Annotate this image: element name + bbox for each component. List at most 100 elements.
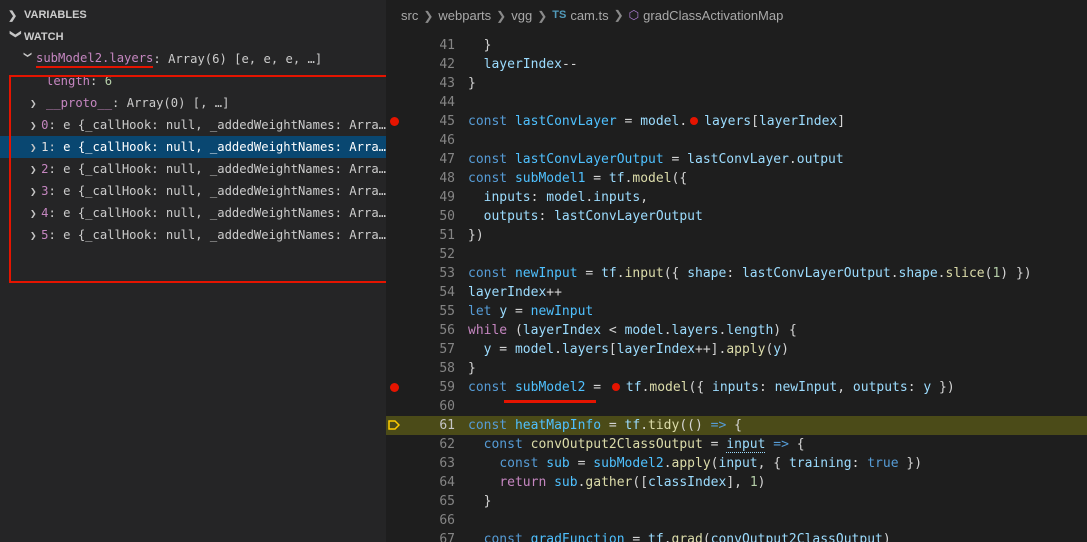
watch-expression-row[interactable]: ❯ subModel2.layers : Array(6) [e, e, e, … bbox=[0, 48, 386, 70]
code-token: training bbox=[788, 456, 852, 471]
code-line[interactable]: 53 const newInput = tf.input({ shape: las… bbox=[386, 264, 1087, 283]
code-line[interactable]: 47 const lastConvLayerOutput = lastConvLa… bbox=[386, 150, 1087, 169]
breadcrumb-file[interactable]: cam.ts bbox=[570, 8, 608, 23]
code-token: model bbox=[632, 171, 672, 186]
watch-item-row[interactable]: ❯ 5: e {_callHook: null, _addedWeightName… bbox=[0, 224, 386, 246]
code-token: [ bbox=[608, 342, 617, 357]
code-token: const bbox=[468, 418, 515, 433]
watch-item-row[interactable]: ❯ 0: e {_callHook: null, _addedWeightName… bbox=[0, 114, 386, 136]
line-number: 44 bbox=[439, 95, 455, 110]
code-line[interactable]: 63 const sub = subModel2.apply(input, { … bbox=[386, 454, 1087, 473]
code-line[interactable]: 67 const gradFunction = tf.grad(convOutp… bbox=[386, 530, 1087, 542]
code-line[interactable]: 48 const subModel1 = tf.model({ bbox=[386, 169, 1087, 188]
code-token: [ bbox=[751, 114, 759, 129]
code-token: inputs bbox=[593, 190, 641, 205]
watch-item-colon: : bbox=[48, 140, 64, 154]
inline-breakpoint-icon[interactable] bbox=[690, 117, 699, 125]
line-number: 66 bbox=[439, 513, 455, 528]
code-token: gather bbox=[585, 475, 633, 490]
watch-item-value: e {_callHook: null, _addedWeightNames: A… bbox=[63, 118, 386, 132]
breadcrumb-item[interactable]: vgg bbox=[511, 8, 532, 23]
code-token: { bbox=[788, 437, 805, 452]
code-token: = bbox=[601, 418, 625, 433]
code-line[interactable]: 60 bbox=[386, 397, 1087, 416]
watch-item-row[interactable]: ❯ 4: e {_callHook: null, _addedWeightName… bbox=[0, 202, 386, 224]
code-token: = bbox=[616, 114, 641, 129]
code-line[interactable]: 51}) bbox=[386, 226, 1087, 245]
code-token: ++ bbox=[546, 285, 562, 300]
watch-item-row[interactable]: ❯ 2: e {_callHook: null, _addedWeightName… bbox=[0, 158, 386, 180]
watch-items-list: ❯ 0: e {_callHook: null, _addedWeightName… bbox=[0, 114, 386, 246]
code-line[interactable]: 65 } bbox=[386, 492, 1087, 511]
code-token: input bbox=[718, 456, 758, 471]
breadcrumb-symbol[interactable]: gradClassActivationMap bbox=[643, 8, 783, 23]
watch-item-row[interactable]: ❯ 1: e {_callHook: null, _addedWeightName… bbox=[0, 136, 386, 158]
chevron-right-icon: ❯ bbox=[423, 8, 434, 23]
chevron-right-icon: ❯ bbox=[30, 228, 37, 242]
code-line[interactable]: 56 while (layerIndex < model.layers.lengt… bbox=[386, 321, 1087, 340]
code-token: inputs bbox=[483, 190, 531, 205]
code-token: { bbox=[726, 418, 742, 433]
watch-item-colon: : bbox=[48, 162, 64, 176]
code-text: return sub.gather([classIndex], 1) bbox=[468, 473, 765, 492]
code-text: const subModel1 = tf.model({ bbox=[468, 169, 687, 188]
code-token: lastConvLayerOutput bbox=[554, 209, 703, 224]
code-token: outputs bbox=[852, 380, 908, 395]
chevron-right-icon: ❯ bbox=[30, 140, 37, 154]
code-token: subModel2 bbox=[514, 380, 586, 395]
code-line[interactable]: 46 bbox=[386, 131, 1087, 150]
code-line[interactable]: 41 } bbox=[386, 36, 1087, 55]
line-number: 50 bbox=[439, 209, 455, 224]
code-line[interactable]: 50 outputs: lastConvLayerOutput bbox=[386, 207, 1087, 226]
code-line[interactable]: 59 const subModel2 = tf.model({ inputs: n… bbox=[386, 378, 1087, 397]
code-editor[interactable]: 40 break41 }42 layerIndex--43}4445const … bbox=[386, 0, 1087, 542]
proto-colon: : bbox=[112, 96, 127, 110]
code-token: : bbox=[758, 380, 775, 395]
code-token: }) bbox=[898, 456, 923, 471]
watch-item-row[interactable]: ❯ 3: e {_callHook: null, _addedWeightName… bbox=[0, 180, 386, 202]
code-line[interactable]: 49 inputs: model.inputs, bbox=[386, 188, 1087, 207]
code-line[interactable]: 57 y = model.layers[layerIndex++].apply(… bbox=[386, 340, 1087, 359]
code-token: convOutput2ClassOutput bbox=[530, 437, 703, 452]
code-token: . bbox=[640, 418, 649, 433]
variables-section-header[interactable]: ❯ VARIABLES bbox=[0, 4, 386, 26]
code-token: newInput bbox=[530, 304, 594, 319]
code-text: } bbox=[468, 492, 492, 511]
breadcrumb: src ❯ webparts ❯ vgg ❯ TS cam.ts ❯ ⬡ gradClas… bbox=[386, 0, 1087, 30]
code-line[interactable]: 45 const lastConvLayer = model. layers[lay… bbox=[386, 112, 1087, 131]
code-token: layerIndex bbox=[483, 57, 562, 72]
breadcrumb-item[interactable]: src bbox=[401, 8, 418, 23]
proto-value: Array(0) [, …] bbox=[126, 96, 230, 110]
line-number: 67 bbox=[439, 532, 455, 542]
watch-section-header[interactable]: ❯ WATCH bbox=[0, 26, 386, 48]
code-line[interactable]: 54 layerIndex++ bbox=[386, 283, 1087, 302]
code-token: model bbox=[649, 380, 689, 395]
code-line[interactable]: 64 return sub.gather([classIndex], 1) bbox=[386, 473, 1087, 492]
code-line[interactable]: 55 let y = newInput bbox=[386, 302, 1087, 321]
length-colon: : bbox=[90, 74, 105, 88]
code-token: inputs bbox=[712, 380, 759, 395]
code-token: output bbox=[796, 152, 844, 167]
code-line[interactable]: 52 bbox=[386, 245, 1087, 264]
line-number: 55 bbox=[439, 304, 455, 319]
code-line[interactable]: 42 layerIndex-- bbox=[386, 55, 1087, 74]
code-line[interactable]: 62 const convOutput2ClassOutput = input … bbox=[386, 435, 1087, 454]
code-line[interactable]: 61 const heatMapInfo = tf.tidy(() => { bbox=[386, 416, 1087, 435]
code-token: layerIndex bbox=[522, 323, 602, 338]
code-line[interactable]: 44 bbox=[386, 93, 1087, 112]
code-token: sub bbox=[554, 475, 578, 490]
proto-row[interactable]: ❯ __proto__ : Array(0) [, …] bbox=[0, 92, 386, 114]
chevron-right-icon: ❯ bbox=[30, 118, 37, 132]
code-token: }) bbox=[468, 228, 484, 243]
inline-breakpoint-icon[interactable] bbox=[611, 383, 620, 391]
code-token: model bbox=[514, 342, 555, 357]
code-line[interactable]: 66 bbox=[386, 511, 1087, 530]
code-token: ({ bbox=[671, 171, 688, 186]
code-line[interactable]: 43} bbox=[386, 74, 1087, 93]
code-line[interactable]: 58} bbox=[386, 359, 1087, 378]
line-number: 64 bbox=[439, 475, 455, 490]
length-row[interactable]: length : 6 bbox=[0, 70, 386, 92]
code-token: ([ bbox=[632, 475, 649, 490]
breadcrumb-item[interactable]: webparts bbox=[438, 8, 491, 23]
